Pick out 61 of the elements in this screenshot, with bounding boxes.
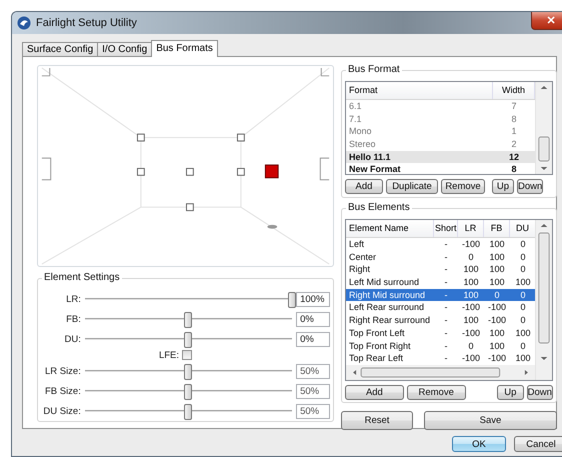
- slider-thumb[interactable]: [184, 332, 192, 348]
- window-title: Fairlight Setup Utility: [36, 17, 138, 29]
- slider-label: LR Size:: [44, 366, 81, 376]
- close-button[interactable]: ✕: [531, 12, 562, 30]
- ok-button[interactable]: OK: [452, 436, 506, 452]
- list-button[interactable]: Duplicate: [386, 179, 438, 194]
- slider-thumb[interactable]: [184, 312, 192, 328]
- value-field[interactable]: 100%: [296, 292, 330, 306]
- group-title: Bus Elements: [346, 202, 412, 213]
- column-header[interactable]: Short: [434, 220, 458, 237]
- slider-label: LR:: [65, 294, 81, 304]
- list-button[interactable]: Up: [492, 179, 514, 194]
- element-row[interactable]: Left - -100 100 0: [346, 238, 535, 251]
- slider-label: FB:: [65, 314, 81, 324]
- list-button[interactable]: Add: [345, 179, 383, 194]
- app-logo-icon: [17, 16, 31, 30]
- element-row[interactable]: Center - 0 100 0: [346, 250, 535, 264]
- scrollbar[interactable]: [535, 220, 552, 380]
- element-row[interactable]: Top Front Right - 0 100 0: [346, 340, 535, 352]
- value-field[interactable]: 0%: [296, 332, 330, 346]
- group-title: Bus Format: [346, 64, 402, 75]
- value-field[interactable]: 0%: [296, 312, 330, 326]
- slider-label: DU:: [63, 334, 81, 344]
- column-header[interactable]: LR: [458, 220, 484, 237]
- slider-label: DU Size:: [42, 406, 81, 416]
- list-button[interactable]: Down: [526, 385, 554, 400]
- element-row[interactable]: Left Mid surround - 100 100 100: [346, 276, 535, 289]
- lfe-checkbox[interactable]: [182, 350, 192, 360]
- checkbox-label: LFE:: [158, 350, 180, 360]
- scrollbar[interactable]: [535, 82, 552, 174]
- column-header[interactable]: FB: [484, 220, 510, 237]
- slider-track[interactable]: [84, 312, 292, 326]
- cancel-button[interactable]: Cancel: [514, 436, 562, 452]
- column-header[interactable]: Element Name: [346, 220, 434, 237]
- scrollbar[interactable]: [346, 365, 535, 380]
- list-button[interactable]: Down: [517, 179, 543, 194]
- slider-track[interactable]: [84, 332, 292, 346]
- list-button[interactable]: Add: [345, 385, 404, 400]
- tab[interactable]: Bus Formats: [151, 40, 218, 57]
- list-button[interactable]: Up: [497, 385, 524, 400]
- slider-track[interactable]: [84, 364, 292, 378]
- tab[interactable]: I/O Config: [97, 42, 152, 57]
- format-row[interactable]: Hello 11.1 12: [346, 150, 535, 164]
- slider-track[interactable]: [84, 384, 292, 398]
- element-row[interactable]: Left Rear surround - -100 -100 0: [346, 301, 535, 314]
- format-row[interactable]: New Format 8: [346, 163, 535, 174]
- reset-button[interactable]: Reset: [341, 411, 413, 430]
- list-button[interactable]: Remove: [406, 385, 466, 400]
- column-header[interactable]: Format: [346, 82, 493, 99]
- tab[interactable]: Surface Config: [22, 42, 98, 57]
- group-title: Element Settings: [42, 272, 122, 283]
- slider-label: FB Size:: [44, 386, 81, 396]
- element-row[interactable]: Top Rear Left - -100 -100 100: [346, 352, 535, 365]
- element-row[interactable]: Top Front Left - -100 100 100: [346, 326, 535, 340]
- save-button[interactable]: Save: [424, 411, 557, 430]
- list-button[interactable]: Remove: [441, 179, 485, 194]
- element-row[interactable]: Right - 100 100 0: [346, 263, 535, 276]
- element-row[interactable]: Right Mid surround - 100 0 0: [346, 288, 535, 302]
- element-row[interactable]: Right Rear surround - 100 -100 0: [346, 314, 535, 327]
- slider-thumb[interactable]: [288, 292, 296, 308]
- slider-track[interactable]: [84, 404, 292, 418]
